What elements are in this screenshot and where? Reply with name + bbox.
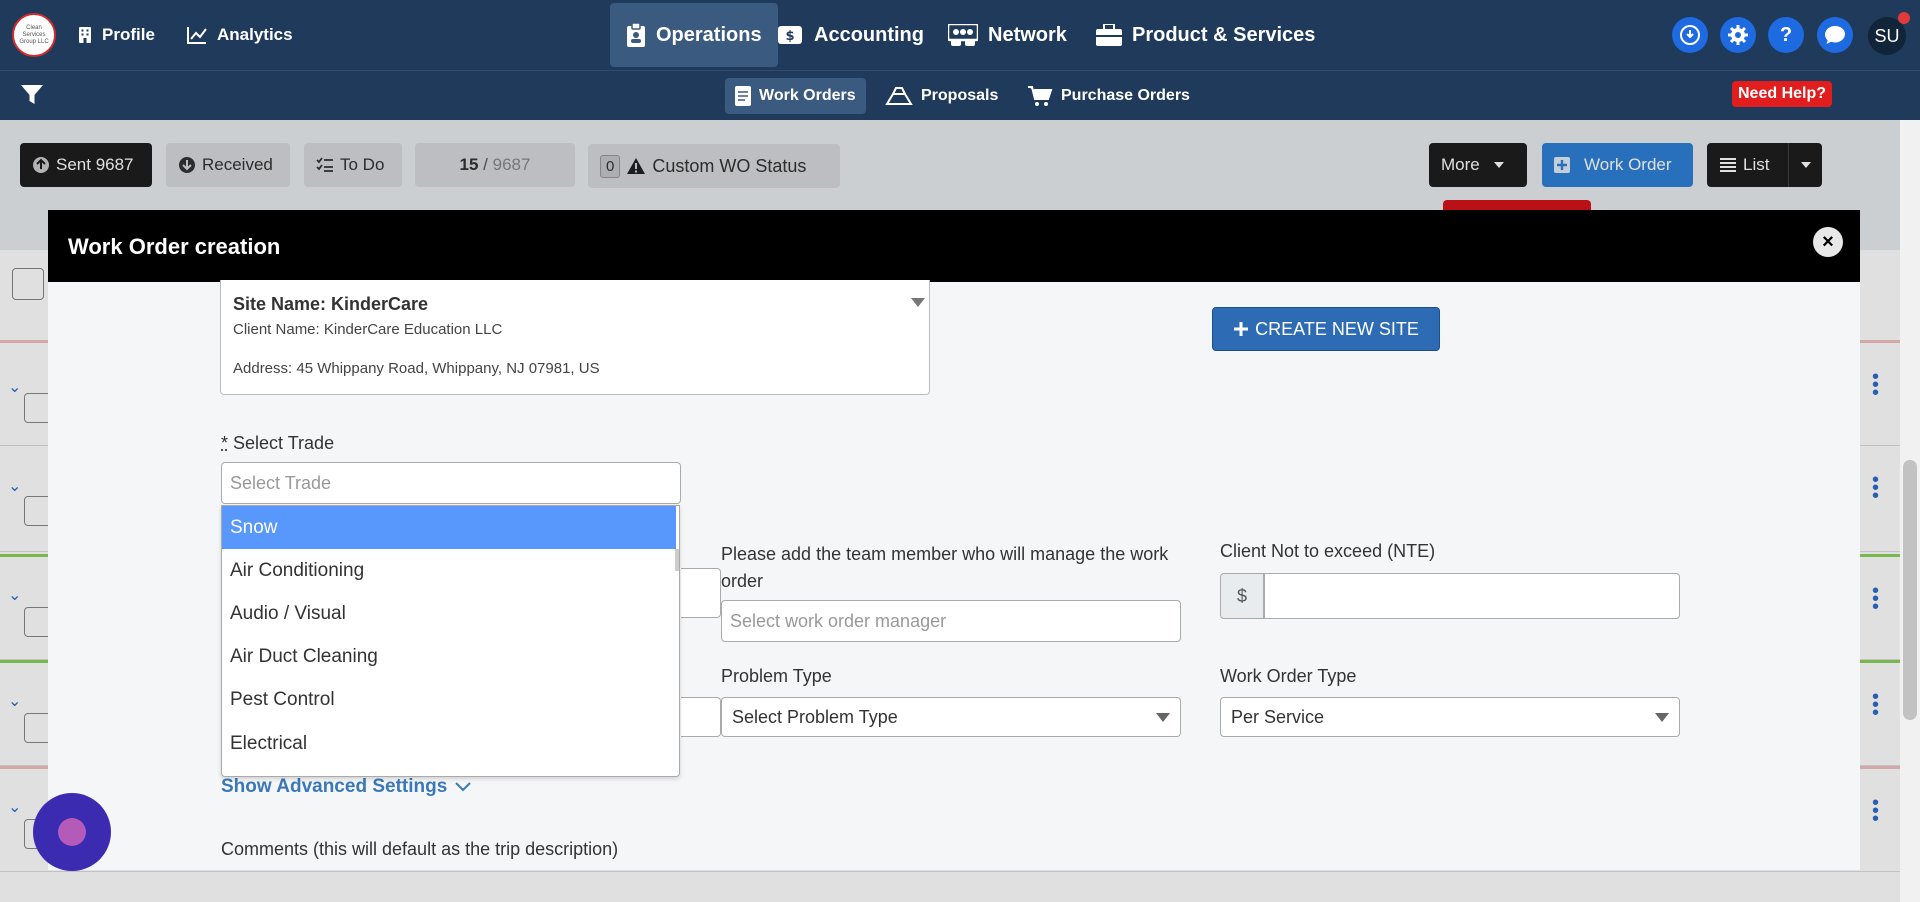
work-order-type-value: Per Service: [1231, 706, 1325, 727]
problem-type-value: Select Problem Type: [732, 706, 898, 727]
problem-type-select[interactable]: Select Problem Type: [721, 697, 1181, 737]
dropdown-scrollbar[interactable]: [675, 549, 679, 571]
select-trade-label: * Select Trade: [221, 433, 334, 454]
timer-button[interactable]: [1672, 17, 1708, 53]
svg-text:$: $: [785, 29, 794, 44]
hidden-field-edge: [681, 568, 721, 618]
support-chat-bubble[interactable]: [33, 793, 111, 871]
nav-analytics[interactable]: Analytics: [187, 0, 293, 70]
trade-options-dropdown: Snow Air Conditioning Audio / Visual Air…: [221, 505, 680, 777]
problem-type-label: Problem Type: [721, 666, 832, 686]
nav-network[interactable]: Network: [948, 0, 1067, 70]
settings-button[interactable]: [1720, 17, 1756, 53]
nav-operations[interactable]: Operations: [610, 3, 778, 67]
chevron-down-icon: [455, 782, 471, 792]
nav-product-services[interactable]: Product & Services: [1096, 0, 1315, 70]
chart-line-icon: [187, 27, 207, 44]
modal-title: Work Order creation: [68, 234, 281, 259]
nav-product-services-label: Product & Services: [1132, 23, 1316, 46]
subnav-work-orders-label: Work Orders: [759, 87, 856, 104]
show-advanced-settings[interactable]: Show Advanced Settings: [221, 776, 471, 798]
document-icon: [735, 86, 751, 106]
hidden-field-edge: [681, 697, 721, 737]
briefcase-icon: [1096, 24, 1122, 46]
subnav-proposals-label: Proposals: [921, 87, 999, 104]
modal-header: Work Order creation ×: [48, 210, 1860, 282]
work-order-type-label: Work Order Type: [1220, 666, 1357, 686]
caret-down-icon: [1655, 713, 1669, 722]
subnav-proposals[interactable]: Proposals: [875, 78, 1008, 114]
cart-icon: [1028, 86, 1053, 106]
select-trade-label-text: Select Trade: [228, 433, 335, 453]
trade-option-air-duct-cleaning[interactable]: Air Duct Cleaning: [222, 635, 676, 678]
filter-icon[interactable]: [20, 83, 44, 107]
nav-profile[interactable]: Profile: [78, 0, 155, 70]
nte-currency-prefix: $: [1220, 573, 1264, 619]
close-icon: ×: [1822, 230, 1834, 253]
show-advanced-settings-label: Show Advanced Settings: [221, 776, 448, 797]
site-name: Site Name: KinderCare: [233, 294, 429, 314]
need-help-button[interactable]: Need Help?: [1732, 81, 1833, 107]
required-marker: *: [221, 433, 229, 453]
comments-label: Comments (this will default as the trip …: [221, 839, 619, 859]
avatar-initials: SU: [1874, 25, 1900, 46]
work-order-type-select[interactable]: Per Service: [1220, 697, 1680, 737]
nte-input[interactable]: [1264, 573, 1680, 619]
create-new-site-label: CREATE NEW SITE: [1255, 318, 1419, 339]
caret-down-icon: [1156, 713, 1170, 722]
manager-label: Please add the team member who will mana…: [721, 544, 1169, 591]
nav-analytics-label: Analytics: [217, 25, 293, 44]
trade-option-air-conditioning[interactable]: Air Conditioning: [222, 549, 676, 592]
nav-accounting[interactable]: $ Accounting: [778, 0, 924, 70]
nav-operations-label: Operations: [656, 23, 762, 46]
building-icon: [79, 27, 91, 43]
trade-option-pest-control[interactable]: Pest Control: [222, 678, 676, 721]
clock-download-icon: [1680, 25, 1700, 45]
proposal-icon: [885, 87, 913, 105]
chat-button[interactable]: [1817, 17, 1853, 53]
subnav-purchase-orders[interactable]: Purchase Orders: [1017, 78, 1200, 114]
create-new-site-button[interactable]: CREATE NEW SITE: [1212, 307, 1440, 351]
nav-profile-label: Profile: [102, 25, 155, 44]
trade-option-snow[interactable]: Snow: [222, 506, 676, 549]
subnav-purchase-orders-label: Purchase Orders: [1061, 87, 1190, 104]
site-client-name: Client Name: KinderCare Education LLC: [233, 321, 503, 338]
top-navbar: Clean Services Group LLC Profile Analyti…: [0, 0, 1920, 70]
nav-network-label: Network: [988, 23, 1067, 46]
nte-label: Client Not to exceed (NTE): [1220, 541, 1436, 561]
notification-dot: [1898, 12, 1910, 24]
clipboard-icon: [627, 23, 645, 47]
caret-down-icon: [911, 298, 925, 307]
chat-icon: [1825, 26, 1845, 44]
help-button[interactable]: ?: [1768, 17, 1804, 53]
subnav-work-orders[interactable]: Work Orders: [725, 78, 866, 114]
chat-bubble-icon: [58, 818, 86, 846]
site-select[interactable]: Site Name: KinderCare Client Name: Kinde…: [220, 280, 930, 395]
plus-icon: [1234, 322, 1249, 336]
company-logo[interactable]: Clean Services Group LLC: [12, 13, 56, 57]
work-order-manager-input[interactable]: Select work order manager: [721, 600, 1181, 642]
gear-icon: [1728, 25, 1748, 45]
site-address: Address: 45 Whippany Road, Whippany, NJ …: [233, 360, 600, 377]
nav-accounting-label: Accounting: [814, 23, 924, 46]
page-scrollbar-thumb[interactable]: [1903, 460, 1917, 720]
trade-option-electrical[interactable]: Electrical: [222, 722, 676, 765]
trade-option-audio-visual[interactable]: Audio / Visual: [222, 592, 676, 635]
network-icon: [948, 24, 978, 46]
question-icon: ?: [1779, 23, 1793, 46]
logo-text: Clean Services Group LLC: [19, 24, 49, 45]
money-icon: $: [778, 26, 802, 44]
select-trade-input[interactable]: Select Trade: [221, 462, 681, 504]
modal-close-button[interactable]: ×: [1813, 227, 1843, 257]
